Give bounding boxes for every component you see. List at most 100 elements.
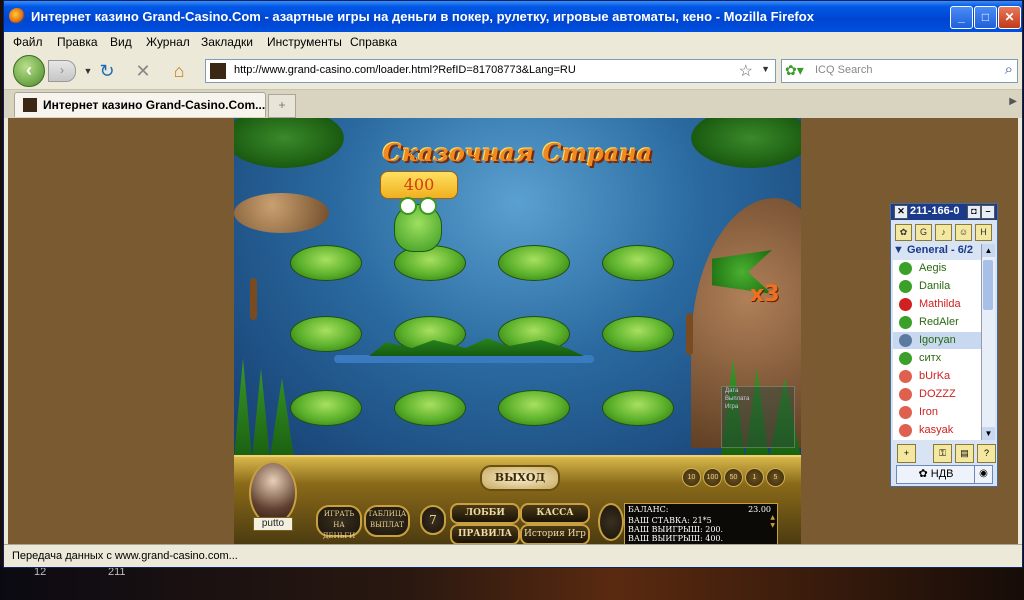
title-bar[interactable]: Интернет казино Grand-Casino.Com - азарт… xyxy=(4,1,1022,32)
lily-pad-r3c1[interactable] xyxy=(290,390,362,426)
menu-help[interactable]: Справка xyxy=(350,35,397,49)
lily-pad-r2c1[interactable] xyxy=(290,316,362,352)
game-scene: Сказочная Страна 400 x3 Дата Выплата Игр… xyxy=(234,118,801,458)
search-engine-icon[interactable]: ✿▾ xyxy=(785,62,804,79)
icq-doc-icon[interactable]: ▤ xyxy=(955,444,974,463)
icq-contact[interactable]: Iron xyxy=(893,404,981,421)
icq-uin: 211-166-0 xyxy=(910,205,960,217)
chip-50[interactable]: 50 xyxy=(724,468,743,487)
maximize-button[interactable]: □ xyxy=(974,6,997,29)
history-panel: Дата Выплата Игра xyxy=(721,386,795,448)
home-icon[interactable]: ⌂ xyxy=(168,60,190,82)
chip-100[interactable]: 100 xyxy=(703,468,722,487)
cashier-button[interactable]: КАССА xyxy=(520,503,590,524)
icq-group-header[interactable]: ▼ General - 6/2 xyxy=(893,244,981,258)
icq-eye-icon[interactable]: ◉ xyxy=(974,465,993,484)
new-tab-button[interactable]: + xyxy=(268,94,296,118)
info-scroll-icon[interactable]: ▲ ▼ xyxy=(770,514,775,530)
lily-pad-r1c4[interactable] xyxy=(602,245,674,281)
icq-dock-icon[interactable]: ◘ xyxy=(967,205,981,219)
forward-arrow-icon[interactable]: › xyxy=(48,60,76,82)
icq-status-label: НДВ xyxy=(930,468,954,480)
icq-contact[interactable]: bUrKa xyxy=(893,368,981,385)
menu-file[interactable]: Файл xyxy=(13,35,43,49)
back-arrow-icon[interactable]: ‹ xyxy=(13,55,45,87)
search-icon[interactable]: ⌕ xyxy=(1005,61,1013,78)
search-bar[interactable]: ✿▾ ICQ Search ⌕ xyxy=(781,59,1018,83)
frog-character xyxy=(394,197,442,252)
menu-view[interactable]: Вид xyxy=(110,35,132,49)
scroll-up-icon[interactable]: ▲ xyxy=(982,244,995,257)
minimize-button[interactable]: _ xyxy=(950,6,973,29)
icq-contact[interactable]: DOZZZ xyxy=(893,386,981,403)
control-panel: putto ИГРАТЬ НА ДЕНЬГИ ТАБЛИЦА ВЫПЛАТ 7 … xyxy=(234,455,801,544)
chip-1[interactable]: 1 xyxy=(745,468,764,487)
icq-contact[interactable]: ситх xyxy=(893,350,981,367)
game-history-button[interactable]: История Игр xyxy=(520,524,590,544)
icq-help-icon[interactable]: ? xyxy=(977,444,996,463)
icq-title-bar[interactable]: ✕ 211-166-0 ◘ – xyxy=(891,204,997,220)
lily-pad-r3c2[interactable] xyxy=(394,390,466,426)
bookmark-star-icon[interactable]: ☆ xyxy=(739,61,753,81)
menu-history[interactable]: Журнал xyxy=(146,35,190,49)
icq-smile-icon[interactable]: ☺ xyxy=(955,224,972,241)
menu-tools[interactable]: Инструменты xyxy=(267,35,342,49)
icq-close-icon[interactable]: ✕ xyxy=(894,205,908,219)
contact-name: Mathilda xyxy=(919,298,961,310)
tab-grand-casino[interactable]: Интернет казино Grand-Casino.Com... xyxy=(14,92,266,117)
win-line-2: ВАШ ВЫИГРЫШ: 400. xyxy=(628,534,724,543)
icq-window: ✕ 211-166-0 ◘ – ✿ G ♪ ☺ H ▼ General - 6/… xyxy=(890,203,998,487)
close-button[interactable]: ✕ xyxy=(998,6,1021,29)
menu-bookmarks[interactable]: Закладки xyxy=(201,35,253,49)
icq-sound-icon[interactable]: ♪ xyxy=(935,224,952,241)
contact-name: DOZZZ xyxy=(919,388,956,400)
icq-minimize-icon[interactable]: – xyxy=(981,205,995,219)
reload-icon[interactable]: ↻ xyxy=(96,60,118,82)
tab-scroll-icon[interactable]: ▶ xyxy=(1009,96,1017,107)
icq-contact[interactable]: Aegis xyxy=(893,260,981,277)
bet-line: ВАШ СТАВКА: 21*5 xyxy=(628,516,712,525)
icq-flower-icon[interactable]: ✿ xyxy=(895,224,912,241)
icq-contact[interactable]: Mathilda xyxy=(893,296,981,313)
tab-bar: Интернет казино Grand-Casino.Com... + ▶ xyxy=(4,90,1022,118)
cattail-decoration xyxy=(250,278,257,320)
url-dropdown-icon[interactable]: ▼ xyxy=(761,64,770,74)
balance-label: БАЛАНС: xyxy=(628,505,669,514)
lily-pad-r3c3[interactable] xyxy=(498,390,570,426)
scroll-down-icon[interactable]: ▼ xyxy=(982,427,995,440)
chip-5[interactable]: 5 xyxy=(766,468,785,487)
menu-edit[interactable]: Правка xyxy=(57,35,98,49)
contact-name: Iron xyxy=(919,406,938,418)
icq-status-select[interactable]: ✿ НДВ xyxy=(896,465,976,484)
payout-table-button[interactable]: ТАБЛИЦА ВЫПЛАТ xyxy=(364,505,410,537)
lily-pad-r2c4[interactable] xyxy=(602,316,674,352)
multiplier-label: x3 xyxy=(750,282,780,307)
lily-pad-r1c3[interactable] xyxy=(498,245,570,281)
fish-logo-icon xyxy=(598,503,624,541)
icq-add-contact-icon[interactable]: + xyxy=(897,444,916,463)
chip-10[interactable]: 10 xyxy=(682,468,701,487)
lobby-button[interactable]: ЛОББИ xyxy=(450,503,520,524)
rules-button[interactable]: ПРАВИЛА xyxy=(450,524,520,544)
icq-contact[interactable]: kasyak xyxy=(893,422,981,439)
firefox-icon xyxy=(9,8,25,24)
url-bar[interactable]: http://www.grand-casino.com/loader.html?… xyxy=(205,59,776,83)
icq-contact[interactable]: Igoryan xyxy=(893,332,981,349)
lily-pad-r1c1[interactable] xyxy=(290,245,362,281)
exit-button[interactable]: ВЫХОД xyxy=(480,465,560,491)
icq-contact[interactable]: RedAler xyxy=(893,314,981,331)
icq-lock-icon[interactable]: ⚿ xyxy=(933,444,952,463)
lily-pad-r3c4[interactable] xyxy=(602,390,674,426)
search-placeholder[interactable]: ICQ Search xyxy=(815,64,872,76)
icq-scrollbar[interactable]: ▲ ▼ xyxy=(981,244,995,440)
stop-icon[interactable]: ✕ xyxy=(132,60,154,82)
url-text[interactable]: http://www.grand-casino.com/loader.html?… xyxy=(234,64,576,76)
icq-contact[interactable]: Danila xyxy=(893,278,981,295)
cattail-decoration xyxy=(686,313,693,355)
water-strip xyxy=(334,355,594,363)
play-for-money-button[interactable]: ИГРАТЬ НА ДЕНЬГИ xyxy=(316,505,362,540)
contact-status-icon xyxy=(899,424,912,437)
icq-h-icon[interactable]: H xyxy=(975,224,992,241)
icq-g-icon[interactable]: G xyxy=(915,224,932,241)
scroll-thumb[interactable] xyxy=(983,260,993,310)
